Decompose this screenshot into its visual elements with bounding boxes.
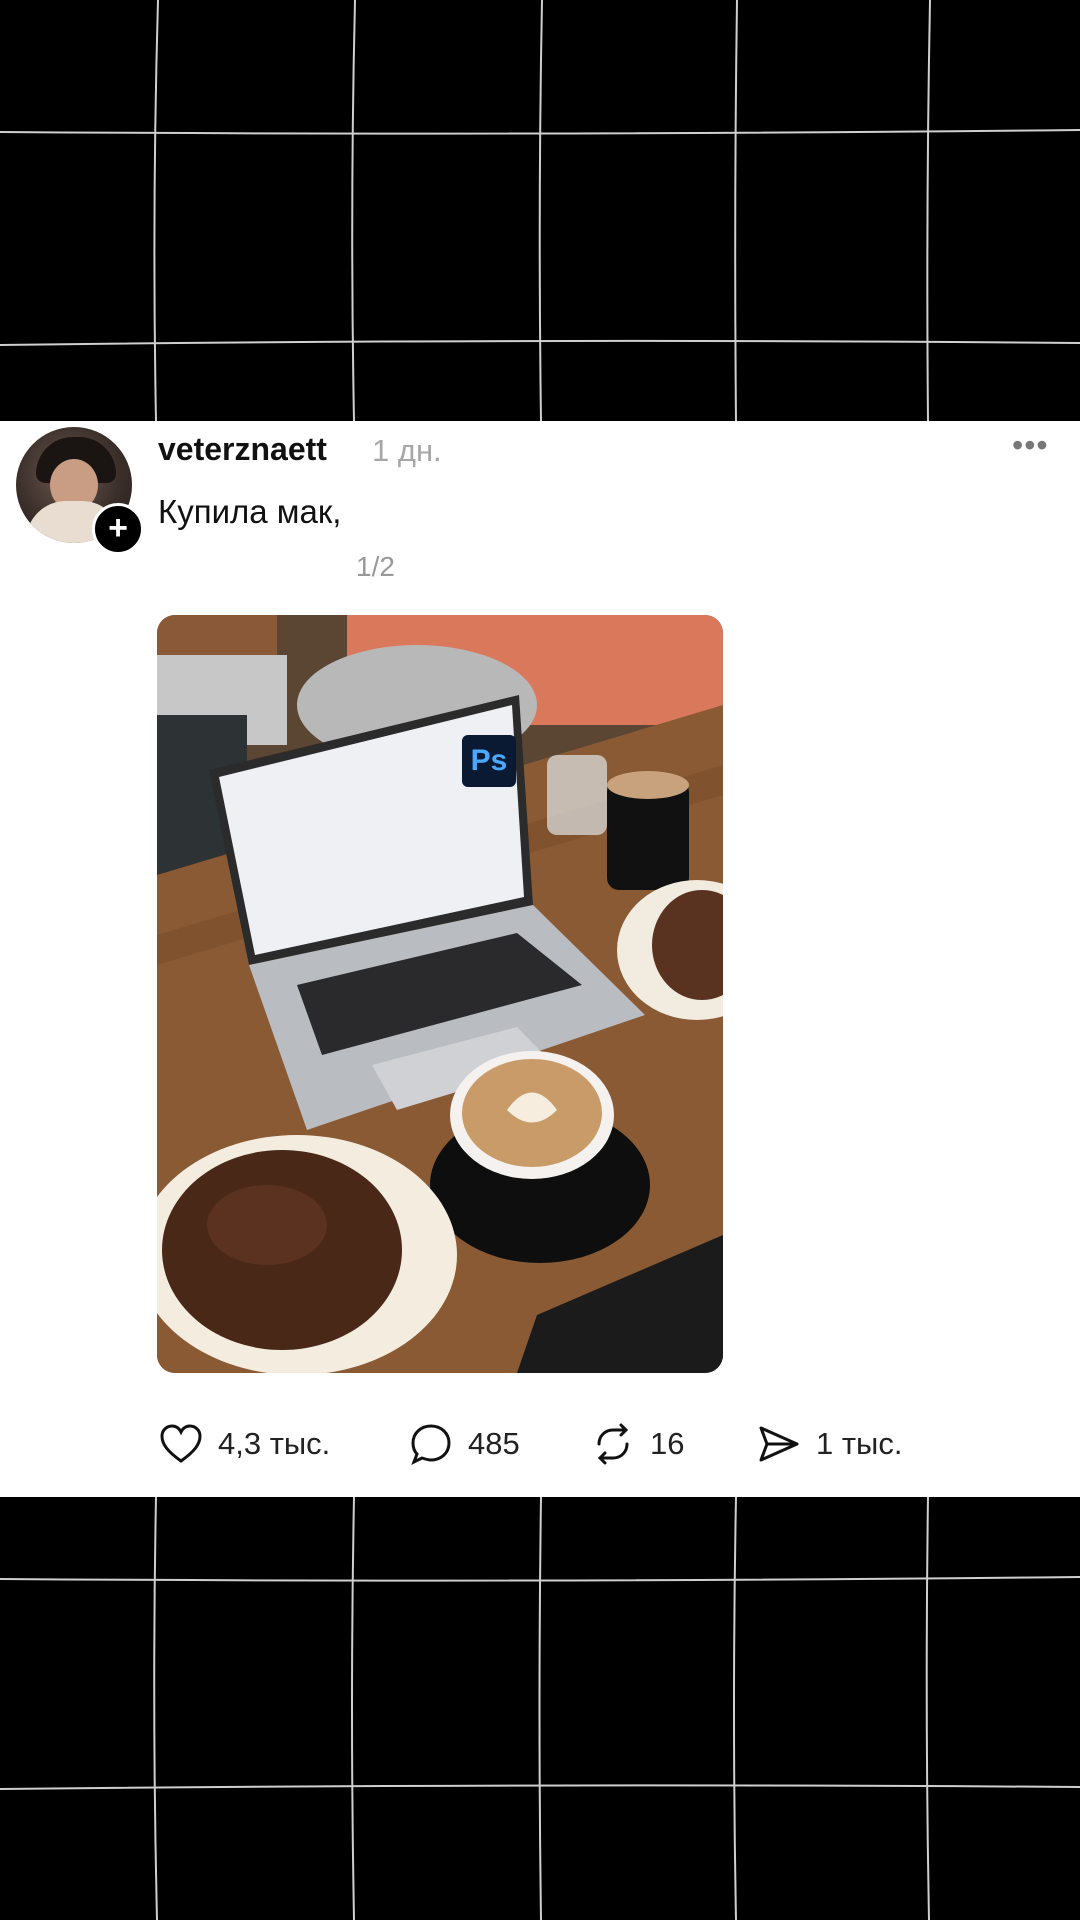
grid-background-top [0,0,1080,421]
more-dots-icon[interactable]: ••• [1012,427,1049,464]
post-username[interactable]: veterznaett [158,431,327,468]
like-count: 4,3 тыс. [218,1426,331,1461]
repost-icon [590,1421,636,1467]
post-caption: Купила мак, [158,493,342,530]
author-avatar[interactable]: + [16,427,144,555]
repost-count: 16 [650,1426,685,1461]
post-actions: 4,3 тыс. 485 16 1 тыс. [158,1419,1038,1469]
like-button[interactable]: 4,3 тыс. [158,1419,330,1469]
media-counter: 1/2 [356,551,395,582]
comment-bubble-icon [408,1421,454,1467]
comment-count: 485 [468,1426,520,1461]
share-count: 1 тыс. [816,1426,903,1461]
post-card: + veterznaett 1 дн. ••• Купила мак, 1/2 … [0,421,1080,1497]
share-button[interactable]: 1 тыс. [756,1419,902,1469]
follow-plus-button[interactable]: + [92,503,144,555]
plus-icon: + [108,509,128,547]
repost-button[interactable]: 16 [590,1419,684,1469]
send-icon [756,1421,802,1467]
photoshop-badge: Ps [471,744,508,777]
post-time: 1 дн. [372,433,442,468]
grid-background-bottom [0,1497,1080,1920]
comment-button[interactable]: 485 [408,1419,520,1469]
post-photo[interactable]: Ps [157,615,723,1373]
heart-icon [158,1421,204,1467]
